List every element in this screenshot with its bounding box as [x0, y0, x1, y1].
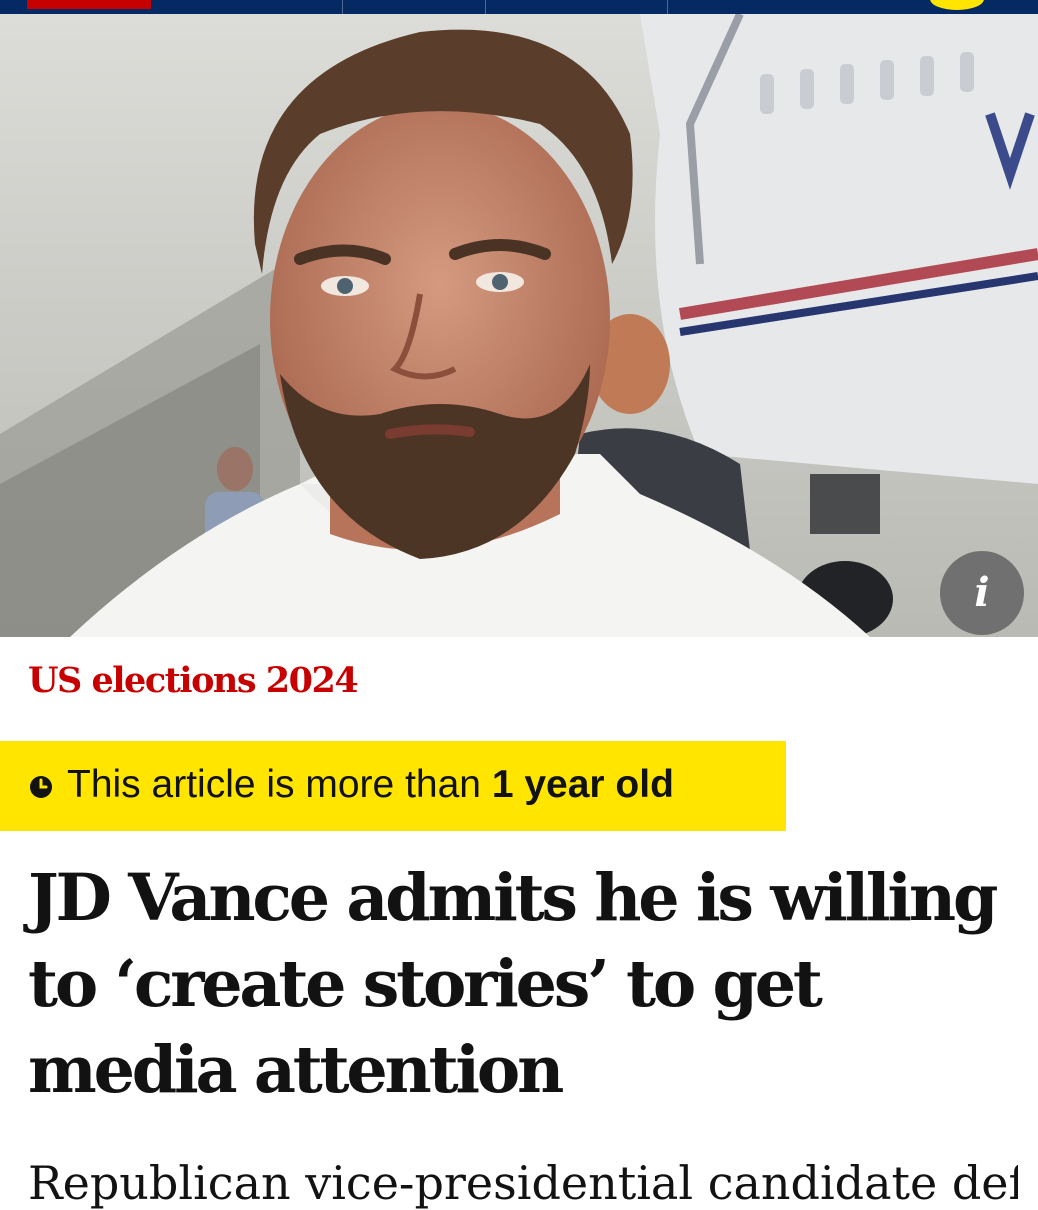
- nav-divider: [342, 0, 343, 14]
- article-standfirst: Republican vice-presidential candidate d…: [28, 1156, 1018, 1210]
- hero-photo-illustration: [0, 14, 1038, 637]
- article-age-warning: This article is more than 1 year old: [0, 741, 786, 831]
- info-icon: i: [974, 569, 990, 616]
- clock-icon: [30, 776, 52, 798]
- section-label[interactable]: US elections 2024: [28, 660, 359, 701]
- top-navigation-bar: [0, 0, 1038, 14]
- age-warning-prefix: This article is more than: [67, 763, 492, 806]
- image-info-button[interactable]: i: [940, 551, 1024, 635]
- support-badge[interactable]: [930, 0, 984, 10]
- nav-pillar-news-active-indicator[interactable]: [27, 0, 151, 9]
- age-warning-text: This article is more than 1 year old: [67, 763, 674, 807]
- hero-image: i: [0, 14, 1038, 637]
- article-headline: JD Vance admits he is willing to ‘create…: [28, 860, 998, 1108]
- nav-divider: [485, 0, 486, 14]
- age-warning-emphasis: 1 year old: [491, 763, 674, 806]
- nav-divider: [667, 0, 668, 14]
